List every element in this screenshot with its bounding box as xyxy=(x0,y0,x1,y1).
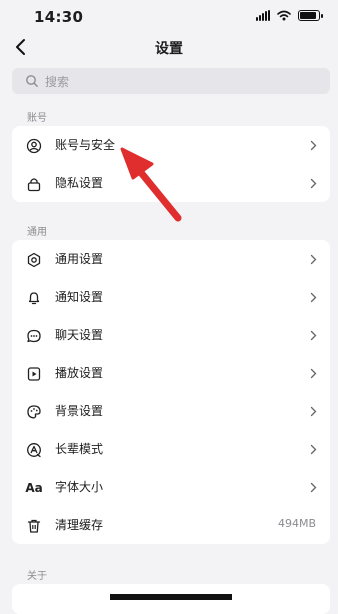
page-title: 设置 xyxy=(155,41,183,57)
row-label: 聊天设置 xyxy=(55,328,104,342)
general-card: 通用设置 通知设置 聊天设置 播放设置 背景设置 长辈模式 Aa 字体大小 清理… xyxy=(12,240,330,544)
redaction-bar xyxy=(110,594,232,600)
status-bar: 14:30 xyxy=(0,0,338,30)
account-card: 账号与安全 隐私设置 xyxy=(12,126,330,202)
row-label: 字体大小 xyxy=(55,480,104,494)
chevron-right-icon xyxy=(310,444,317,455)
chevron-right-icon xyxy=(310,140,317,151)
search-input[interactable]: 搜索 xyxy=(12,68,330,94)
elder-mode-icon xyxy=(26,442,42,458)
status-time: 14:30 xyxy=(34,8,84,26)
account-circle-icon xyxy=(26,138,42,154)
section-label-general: 通用 xyxy=(27,227,47,238)
row-chat-settings[interactable]: 聊天设置 xyxy=(12,316,330,354)
row-elder-mode[interactable]: 长辈模式 xyxy=(12,430,330,468)
section-label-about: 关于 xyxy=(27,571,47,582)
chevron-right-icon xyxy=(310,292,317,303)
font-size-icon: Aa xyxy=(25,481,43,495)
row-privacy[interactable]: 隐私设置 xyxy=(12,164,330,202)
row-background-settings[interactable]: 背景设置 xyxy=(12,392,330,430)
search-icon xyxy=(26,75,38,87)
wifi-icon xyxy=(277,10,291,21)
play-icon xyxy=(26,366,42,382)
section-label-account: 账号 xyxy=(27,113,47,124)
row-label: 通用设置 xyxy=(55,252,104,266)
chevron-right-icon xyxy=(310,178,317,189)
status-icons xyxy=(256,10,323,21)
row-label: 隐私设置 xyxy=(55,176,104,190)
row-general-settings[interactable]: 通用设置 xyxy=(12,240,330,278)
chevron-right-icon xyxy=(310,330,317,341)
gear-icon xyxy=(26,252,42,268)
row-label: 播放设置 xyxy=(55,366,104,380)
nav-bar: 设置 xyxy=(0,30,338,64)
row-notification-settings[interactable]: 通知设置 xyxy=(12,278,330,316)
row-label: 背景设置 xyxy=(55,404,104,418)
row-playback-settings[interactable]: 播放设置 xyxy=(12,354,330,392)
signal-icon xyxy=(256,10,270,21)
cache-size: 494MB xyxy=(277,517,316,530)
trash-icon xyxy=(26,518,42,534)
chevron-right-icon xyxy=(310,482,317,493)
chevron-right-icon xyxy=(310,368,317,379)
row-font-size[interactable]: Aa 字体大小 xyxy=(12,468,330,506)
battery-icon xyxy=(298,10,323,21)
row-account-security[interactable]: 账号与安全 xyxy=(12,126,330,164)
bell-icon xyxy=(26,290,42,306)
row-clear-cache[interactable]: 清理缓存 494MB xyxy=(12,506,330,544)
chevron-right-icon xyxy=(310,254,317,265)
chevron-right-icon xyxy=(310,406,317,417)
palette-icon xyxy=(26,404,42,420)
lock-icon xyxy=(26,176,42,192)
row-label: 清理缓存 xyxy=(55,518,104,532)
search-placeholder: 搜索 xyxy=(45,75,70,89)
chat-bubble-icon xyxy=(26,328,42,344)
row-label: 通知设置 xyxy=(55,290,104,304)
row-label: 长辈模式 xyxy=(55,442,104,456)
row-label: 账号与安全 xyxy=(55,138,116,152)
